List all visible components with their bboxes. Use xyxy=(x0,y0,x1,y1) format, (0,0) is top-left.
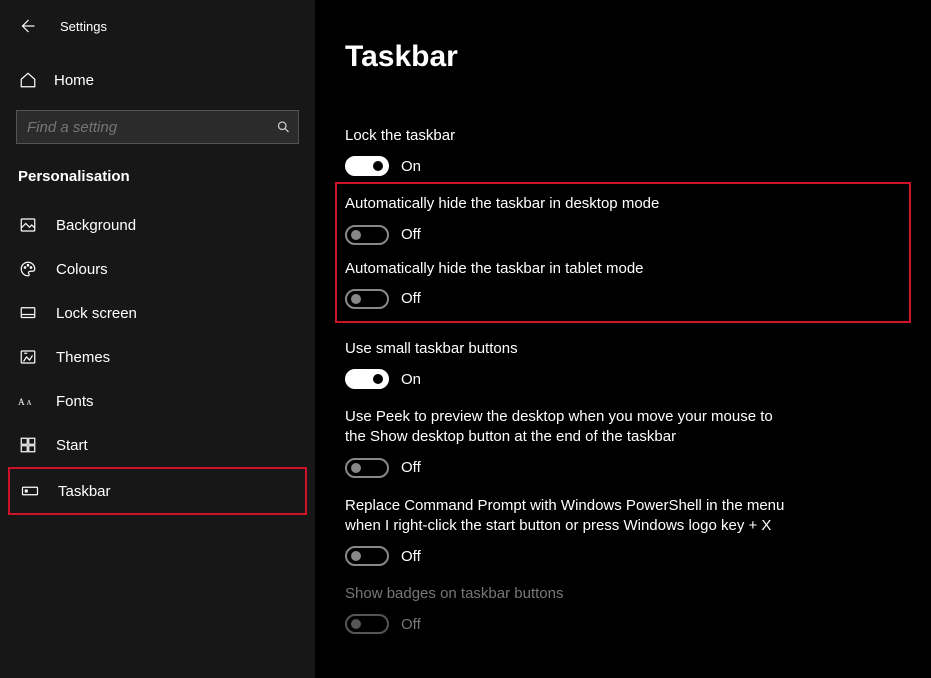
section-title: Personalisation xyxy=(0,144,315,197)
home-nav-item[interactable]: Home xyxy=(0,60,315,100)
nav-item-colours[interactable]: Colours xyxy=(0,247,315,291)
setting-label: Show badges on taskbar buttons xyxy=(345,584,795,604)
setting-label: Replace Command Prompt with Windows Powe… xyxy=(345,496,795,537)
back-arrow-icon[interactable] xyxy=(18,17,36,35)
svg-text:A: A xyxy=(18,397,25,407)
nav-item-start[interactable]: Start xyxy=(0,423,315,467)
app-title: Settings xyxy=(60,19,107,34)
nav-item-background[interactable]: Background xyxy=(0,203,315,247)
toggle-state: Off xyxy=(401,616,421,633)
nav-label: Colours xyxy=(56,261,108,278)
nav-label: Lock screen xyxy=(56,305,137,322)
toggle-state: Off xyxy=(401,548,421,565)
nav-label: Start xyxy=(56,437,88,454)
themes-icon xyxy=(18,347,38,367)
setting-small-buttons: Use small taskbar buttons On xyxy=(345,339,795,389)
setting-label: Use small taskbar buttons xyxy=(345,339,795,359)
nav-item-fonts[interactable]: A A Fonts xyxy=(0,379,315,423)
nav-item-taskbar[interactable]: Taskbar xyxy=(10,469,305,513)
svg-text:A: A xyxy=(26,400,31,407)
nav-item-taskbar-highlight: Taskbar xyxy=(8,467,307,515)
toggle-powershell[interactable] xyxy=(345,546,389,566)
toggle-state: Off xyxy=(401,290,421,307)
taskbar-icon xyxy=(20,481,40,501)
toggle-state: Off xyxy=(401,459,421,476)
nav-item-themes[interactable]: Themes xyxy=(0,335,315,379)
search-input[interactable] xyxy=(16,110,299,144)
fonts-icon: A A xyxy=(18,391,38,411)
setting-badges: Show badges on taskbar buttons Off xyxy=(345,584,795,634)
setting-hide-tablet: Automatically hide the taskbar in tablet… xyxy=(345,259,795,309)
toggle-hide-tablet[interactable] xyxy=(345,289,389,309)
content-area: Taskbar Lock the taskbar On Automaticall… xyxy=(315,0,931,678)
toggle-state: On xyxy=(401,158,421,175)
toggle-state: Off xyxy=(401,226,421,243)
setting-lock-taskbar: Lock the taskbar On xyxy=(345,126,795,176)
home-label: Home xyxy=(54,72,94,89)
search-wrap xyxy=(16,110,299,144)
image-icon xyxy=(18,215,38,235)
nav-label: Fonts xyxy=(56,393,94,410)
nav-label: Themes xyxy=(56,349,110,366)
toggle-state: On xyxy=(401,371,421,388)
home-icon xyxy=(18,70,38,90)
toggle-badges xyxy=(345,614,389,634)
nav-item-lockscreen[interactable]: Lock screen xyxy=(0,291,315,335)
setting-label: Automatically hide the taskbar in tablet… xyxy=(345,259,795,279)
search-icon[interactable] xyxy=(276,120,291,135)
highlight-group-autohide: Automatically hide the taskbar in deskto… xyxy=(335,182,911,323)
setting-hide-desktop: Automatically hide the taskbar in deskto… xyxy=(345,194,795,244)
nav-list: Background Colours Lock screen xyxy=(0,203,315,515)
lockscreen-icon xyxy=(18,303,38,323)
setting-peek: Use Peek to preview the desktop when you… xyxy=(345,407,795,478)
palette-icon xyxy=(18,259,38,279)
start-icon xyxy=(18,435,38,455)
toggle-hide-desktop[interactable] xyxy=(345,225,389,245)
page-title: Taskbar xyxy=(345,40,901,74)
setting-powershell: Replace Command Prompt with Windows Powe… xyxy=(345,496,795,567)
nav-label: Background xyxy=(56,217,136,234)
sidebar: Settings Home Personalisation xyxy=(0,0,315,678)
nav-label: Taskbar xyxy=(58,483,111,500)
toggle-small-buttons[interactable] xyxy=(345,369,389,389)
setting-label: Automatically hide the taskbar in deskto… xyxy=(345,194,795,214)
toggle-lock-taskbar[interactable] xyxy=(345,156,389,176)
toggle-peek[interactable] xyxy=(345,458,389,478)
titlebar: Settings xyxy=(0,10,315,42)
setting-label: Lock the taskbar xyxy=(345,126,795,146)
setting-label: Use Peek to preview the desktop when you… xyxy=(345,407,795,448)
